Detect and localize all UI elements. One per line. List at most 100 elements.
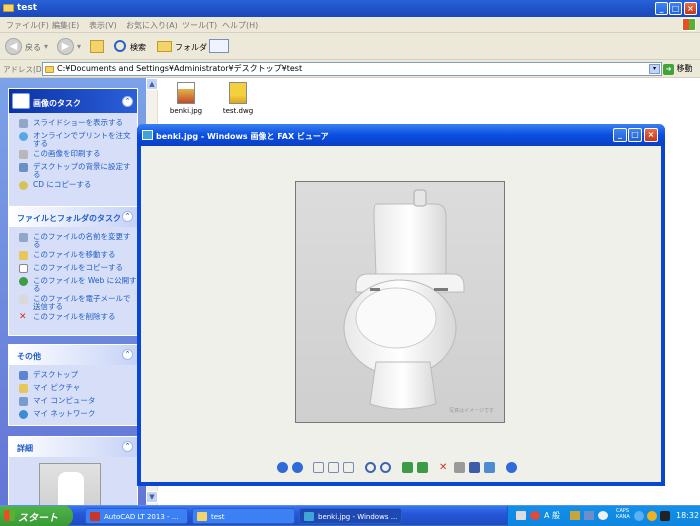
taskbar-image-viewer[interactable]: benki.jpg - Windows ... (299, 508, 402, 524)
go-arrow-icon: ➜ (663, 64, 674, 75)
forward-button[interactable]: ▶ (57, 38, 74, 55)
collapse-chevron-icon[interactable]: ⌃ (122, 349, 133, 360)
menu-file[interactable]: ファイル(F) (6, 20, 49, 31)
forward-dropdown-icon[interactable]: ▾ (77, 42, 81, 51)
viewer-title-bar[interactable]: benki.jpg - Windows 画像と FAX ビューア _ □ × (137, 124, 665, 146)
menu-tools[interactable]: ツール(T) (182, 20, 217, 31)
details-thumbnail (39, 463, 101, 505)
rename-icon (19, 233, 28, 242)
file-item-test-dwg[interactable]: test.dwg (218, 82, 258, 115)
task-email[interactable]: このファイルを電子メールで送信する (9, 293, 137, 311)
details-header[interactable]: 詳細 ⌃ (9, 437, 137, 457)
search-button[interactable]: 検索 (130, 42, 146, 53)
taskbar-test-folder[interactable]: test (192, 508, 295, 524)
file-tasks-header[interactable]: ファイルとフォルダのタスク ⌃ (9, 207, 137, 227)
scroll-down-button[interactable]: ▼ (146, 491, 158, 503)
print-icon[interactable] (454, 462, 465, 473)
picture-task-icon (12, 93, 30, 109)
taskbar-autocad[interactable]: AutoCAD LT 2013 - ... (85, 508, 188, 524)
search-icon[interactable] (114, 40, 126, 52)
viewer-minimize-button[interactable]: _ (613, 128, 627, 142)
start-button[interactable]: スタート (0, 506, 73, 526)
address-value: C:¥Documents and Settings¥Administrator¥… (57, 64, 303, 73)
explorer-title-bar[interactable]: test _ □ × (0, 0, 700, 17)
address-field[interactable]: C:¥Documents and Settings¥Administrator¥… (42, 62, 662, 76)
chevron-left-icon[interactable] (634, 511, 644, 521)
menu-favorites[interactable]: お気に入り(A) (126, 20, 178, 31)
task-delete[interactable]: ✕ このファイルを削除する (9, 311, 137, 324)
task-move[interactable]: このファイルを移動する (9, 249, 137, 262)
task-pane: 画像のタスク ⌃ スライドショーを表示する オンラインでプリントを注文する この… (0, 78, 146, 505)
caps-kana-indicator: CAPS KANA (616, 508, 630, 520)
edit-icon[interactable] (484, 462, 495, 473)
go-button[interactable]: ➜ 移動 (663, 63, 693, 75)
best-fit-icon[interactable] (313, 462, 324, 473)
task-rename[interactable]: このファイルの名前を変更する (9, 231, 137, 249)
views-button[interactable] (209, 39, 229, 53)
maximize-button[interactable]: □ (669, 2, 682, 15)
tray-app-icon[interactable] (647, 511, 657, 521)
desktop-icon (19, 371, 28, 380)
other-places-panel: その他 ⌃ デスクトップ マイ ピクチャ マイ コンピュータ マイ ネットワーク (8, 344, 138, 426)
viewer-close-button[interactable]: × (644, 128, 658, 142)
next-image-icon[interactable] (292, 462, 303, 473)
up-folder-button[interactable] (90, 40, 104, 53)
delete-icon[interactable]: ✕ (439, 462, 450, 473)
place-my-pictures[interactable]: マイ ピクチャ (9, 382, 137, 395)
collapse-chevron-icon[interactable]: ⌃ (122, 211, 133, 222)
keyboard-icon[interactable] (516, 511, 526, 520)
back-button[interactable]: ◀ (5, 38, 22, 55)
back-dropdown-icon[interactable]: ▾ (44, 42, 48, 51)
menu-edit[interactable]: 編集(E) (52, 20, 79, 31)
zoom-in-icon[interactable] (365, 462, 376, 473)
place-my-network[interactable]: マイ ネットワーク (9, 408, 137, 421)
task-copy-to-cd[interactable]: CD にコピーする (9, 179, 137, 192)
file-item-benki[interactable]: benki.jpg (167, 82, 205, 115)
zoom-out-icon[interactable] (380, 462, 391, 473)
ime-dictionary-icon[interactable] (584, 511, 594, 520)
task-order-prints[interactable]: オンラインでプリントを注文する (9, 130, 137, 148)
start-label: スタート (18, 513, 58, 524)
volume-icon[interactable] (660, 511, 670, 521)
file-name: benki.jpg (169, 107, 203, 115)
dwg-file-icon (229, 82, 247, 104)
close-button[interactable]: × (684, 2, 697, 15)
collapse-chevron-icon[interactable]: ⌃ (122, 441, 133, 452)
task-copy[interactable]: このファイルをコピーする (9, 262, 137, 275)
network-icon (19, 410, 28, 419)
scroll-up-button[interactable]: ▲ (146, 78, 158, 90)
rotate-counterclockwise-icon[interactable] (417, 462, 428, 473)
address-bar: アドレス(D) C:¥Documents and Settings¥Admini… (0, 60, 700, 78)
folder-icon (197, 512, 207, 521)
ime-mode[interactable]: A 般 (544, 510, 560, 521)
menu-view[interactable]: 表示(V) (89, 20, 117, 31)
save-copy-icon[interactable] (469, 462, 480, 473)
actual-size-icon[interactable] (328, 462, 339, 473)
image-tasks-header[interactable]: 画像のタスク ⌃ (9, 89, 137, 113)
collapse-chevron-icon[interactable]: ⌃ (122, 96, 133, 107)
toilet-illustration (343, 189, 465, 410)
minimize-button[interactable]: _ (655, 2, 668, 15)
ime-icon[interactable] (530, 511, 540, 520)
printer-icon (19, 150, 28, 159)
task-slideshow[interactable]: スライドショーを表示する (9, 117, 137, 130)
menu-help[interactable]: ヘルプ(H) (222, 20, 258, 31)
address-dropdown-icon[interactable]: ▾ (649, 64, 660, 74)
clock[interactable]: 18:32 (676, 511, 699, 520)
viewer-maximize-button[interactable]: □ (628, 128, 642, 142)
place-desktop[interactable]: デスクトップ (9, 369, 137, 382)
help-icon[interactable] (506, 462, 517, 473)
rotate-clockwise-icon[interactable] (402, 462, 413, 473)
back-label: 戻る (25, 43, 41, 52)
help-icon[interactable] (598, 511, 608, 520)
ime-tool-icon[interactable] (570, 511, 580, 520)
place-my-computer[interactable]: マイ コンピュータ (9, 395, 137, 408)
previous-image-icon[interactable] (277, 462, 288, 473)
slideshow-icon[interactable] (343, 462, 354, 473)
folders-button[interactable]: フォルダ (175, 42, 207, 53)
details-title: 詳細 (17, 444, 33, 453)
other-places-header[interactable]: その他 ⌃ (9, 345, 137, 365)
task-print-image[interactable]: この画像を印刷する (9, 148, 137, 161)
task-set-background[interactable]: デスクトップの背景に設定する (9, 161, 137, 179)
task-publish-web[interactable]: このファイルを Web に公開する (9, 275, 137, 293)
